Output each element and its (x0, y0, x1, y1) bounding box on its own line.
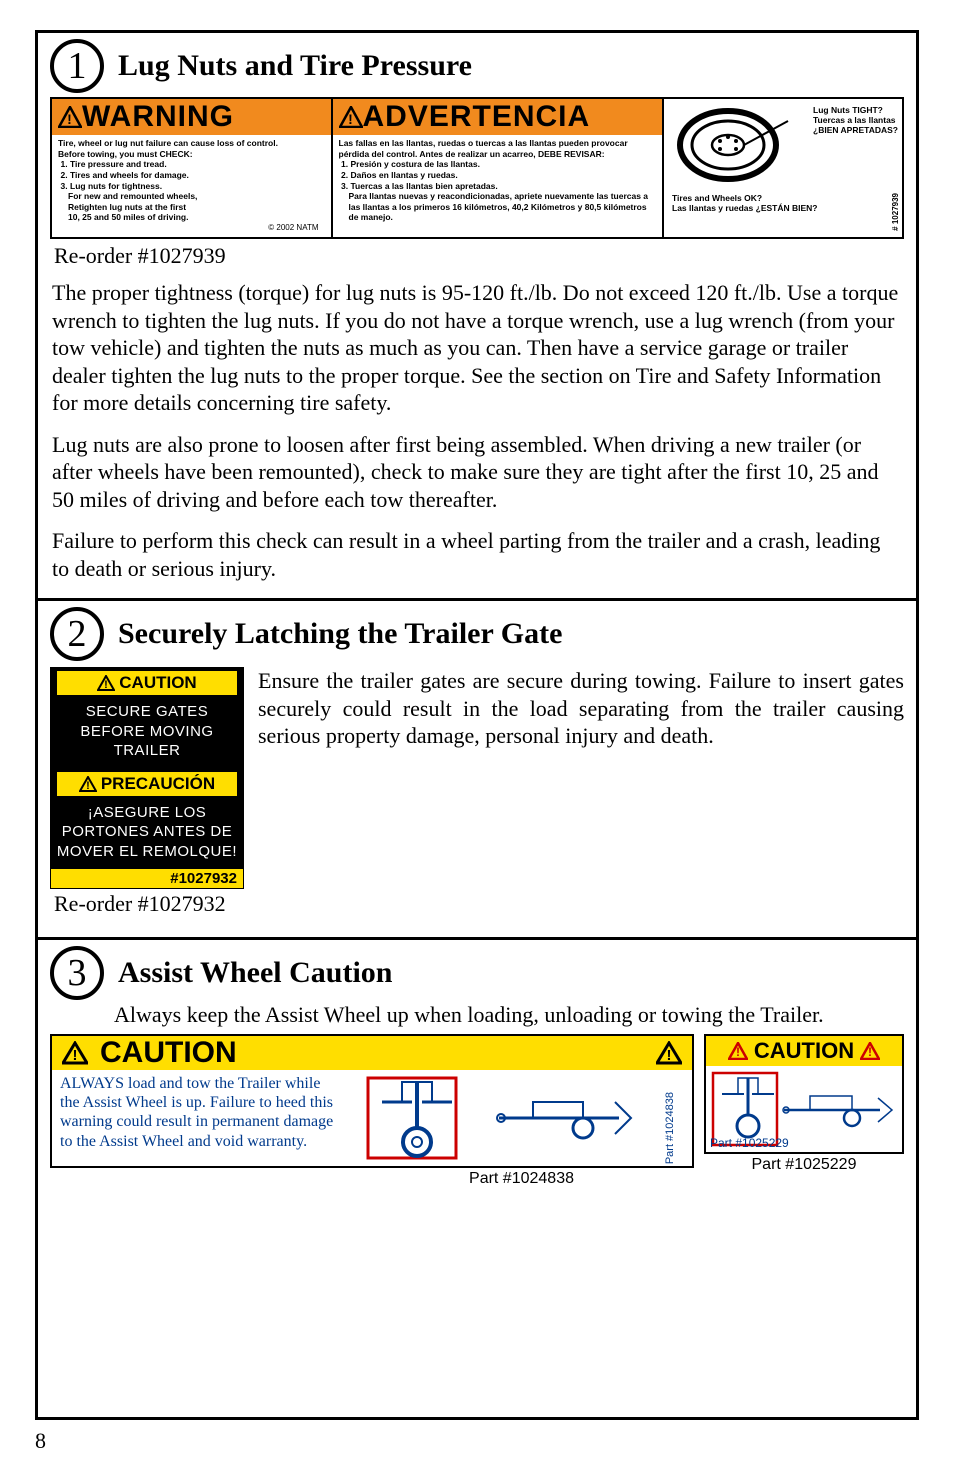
warning-heading-es: ! ADVERTENCIA (333, 99, 663, 135)
section-title-2: Securely Latching the Trailer Gate (118, 617, 562, 651)
caption-1024838: Part #1024838 (50, 1170, 694, 1188)
warn-en-before: Before towing, you must CHECK: (58, 149, 325, 160)
tires-ok-es: Las llantas y ruedas ¿ESTÁN BIEN? (672, 203, 894, 213)
svg-text:!: ! (868, 1045, 872, 1059)
caution-triangle-icon: ! (62, 1041, 88, 1065)
svg-text:!: ! (67, 111, 73, 127)
section-number-1: 1 (50, 39, 104, 93)
assist-wheel-down-icon (362, 1072, 462, 1164)
section3-intro: Always keep the Assist Wheel up when loa… (114, 1002, 904, 1028)
lug-nuts-tight-es2: ¿BIEN APRETADAS? (813, 125, 898, 135)
caution-triangle-icon: ! (860, 1042, 880, 1060)
caution-triangle-icon: ! (97, 675, 115, 691)
caution-text-en: SECURE GATES BEFORE MOVING TRAILER (51, 698, 243, 769)
page-number: 8 (35, 1428, 919, 1454)
section-assist-wheel: 3 Assist Wheel Caution Always keep the A… (38, 940, 916, 1200)
caution-label-1024838: ! CAUTION ! ALWAYS load and tow the Trai… (50, 1034, 694, 1168)
lug-nuts-tight-en: Lug Nuts TIGHT? (813, 105, 898, 115)
warning-heading-en: ! WARNING (52, 99, 331, 135)
warn-es-lead: Las fallas en las llantas, ruedas o tuer… (339, 138, 657, 159)
warn-es-item2: Daños en llantas y ruedas. (351, 170, 657, 181)
svg-text:!: ! (86, 780, 90, 792)
caption-1025229: Part #1025229 (704, 1156, 904, 1174)
trailer-side-icon (493, 1072, 633, 1164)
section-lug-nuts: 1 Lug Nuts and Tire Pressure ! WARNING T… (38, 33, 916, 601)
section-number-2: 2 (50, 607, 104, 661)
section1-para3: Failure to perform this check can result… (52, 527, 902, 582)
svg-text:!: ! (736, 1045, 740, 1059)
warn-en-item3: Lug nuts for tightness. (70, 181, 325, 192)
svg-text:!: ! (73, 1047, 78, 1064)
warning-label-1027939: ! WARNING Tire, wheel or lug nut failure… (50, 97, 904, 239)
warn-en-lead: Tire, wheel or lug nut failure can cause… (58, 138, 325, 149)
svg-text:!: ! (348, 111, 354, 127)
copyright: © 2002 NATM (58, 223, 325, 233)
label-partnum-1027939: # 1027939 (891, 193, 900, 231)
warning-triangle-icon: ! (58, 106, 82, 128)
section-latching-gate: 2 Securely Latching the Trailer Gate ! C… (38, 601, 916, 940)
tires-ok-en: Tires and Wheels OK? (672, 193, 894, 203)
lug-nuts-tight-es: Tuercas a las llantas (813, 115, 898, 125)
warn-en-item2: Tires and wheels for damage. (70, 170, 325, 181)
tire-diagram-icon (670, 103, 790, 187)
caution-small-heading: ! CAUTION ! (706, 1036, 902, 1066)
section-number-3: 3 (50, 946, 104, 1000)
warn-en-sub1: For new and remounted wheels, (58, 191, 325, 202)
reorder-1027939: Re-order #1027939 (50, 241, 904, 277)
trailer-side-icon (780, 1070, 896, 1148)
section-title-1: Lug Nuts and Tire Pressure (118, 49, 472, 83)
caution-heading-en: ! CAUTION (57, 671, 237, 695)
section-title-3: Assist Wheel Caution (118, 956, 392, 990)
warn-es-item1: Presión y costura de las llantas. (351, 159, 657, 170)
section1-para2: Lug nuts are also prone to loosen after … (52, 431, 902, 514)
section2-para: Ensure the trailer gates are secure duri… (258, 667, 904, 750)
caution-triangle-icon: ! (79, 776, 97, 792)
warn-en-sub2: Retighten lug nuts at the first (58, 202, 325, 213)
caution-text-es: ¡ASEGURE LOS PORTONES ANTES DE MOVER EL … (51, 799, 243, 870)
warn-es-item3: Tuercas a las llantas bien apretadas. (351, 181, 657, 192)
caution-triangle-icon: ! (728, 1042, 748, 1060)
warn-en-sub3: 10, 25 and 50 miles of driving. (58, 212, 325, 223)
page-frame: 1 Lug Nuts and Tire Pressure ! WARNING T… (35, 30, 919, 1420)
reorder-1027932: Re-order #1027932 (50, 889, 244, 925)
svg-text:!: ! (104, 679, 108, 691)
caution-heading-es: ! PRECAUCIÓN (57, 772, 237, 796)
warn-en-item1: Tire pressure and tread. (70, 159, 325, 170)
label-partnum-1024838-vert: Part #1024838 (664, 1088, 676, 1164)
warning-triangle-icon: ! (339, 106, 363, 128)
warn-es-sub: Para llantas nuevas y reacondicionadas, … (339, 191, 657, 223)
caution-label-1027932: ! CAUTION SECURE GATES BEFORE MOVING TRA… (50, 667, 244, 889)
caution-label-1025229: ! CAUTION ! (704, 1034, 904, 1154)
section1-para1: The proper tightness (torque) for lug nu… (52, 279, 902, 417)
label-partnum-1027932: #1027932 (51, 869, 243, 888)
label-partnum-1025229: Part #1025229 (710, 1136, 789, 1150)
